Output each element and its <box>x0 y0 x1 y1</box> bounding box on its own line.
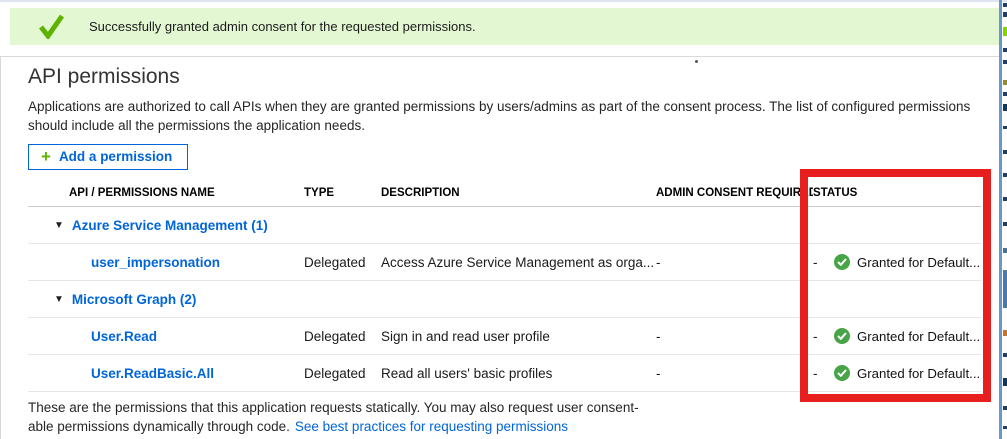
page-title: API permissions <box>28 65 180 89</box>
permission-type: Delegated <box>304 255 381 270</box>
success-check-icon <box>38 14 65 39</box>
success-banner: Successfully granted admin consent for t… <box>10 8 999 45</box>
header-admin-consent-required: ADMIN CONSENT REQUIRED <box>656 187 813 199</box>
header-api-permissions-name: API / PERMISSIONS NAME <box>28 187 304 199</box>
add-permission-button[interactable]: + Add a permission <box>28 144 188 170</box>
permission-description: Access Azure Service Management as orga.… <box>381 255 656 270</box>
plus-icon: + <box>41 149 51 164</box>
table-row-user-readbasic-all[interactable]: User.ReadBasic.All Delegated Read all us… <box>28 355 981 392</box>
table-row-group-microsoft-graph[interactable]: ▼ Microsoft Graph (2) <box>28 281 981 318</box>
api-group-link[interactable]: Microsoft Graph (2) <box>72 292 197 307</box>
table-row-group-azure-service-management[interactable]: ▼ Azure Service Management (1) <box>28 207 981 244</box>
footer-line2: able permissions dynamically through cod… <box>28 419 290 434</box>
permission-link[interactable]: user_impersonation <box>91 255 220 270</box>
status-dash: - <box>813 255 834 270</box>
collapse-triangle-icon[interactable]: ▼ <box>54 294 64 305</box>
permission-link[interactable]: User.Read <box>91 329 157 344</box>
banner-message: Successfully granted admin consent for t… <box>89 19 476 34</box>
permission-type: Delegated <box>304 329 381 344</box>
admin-consent-value: - <box>656 329 813 344</box>
header-status: STATUS <box>813 187 981 199</box>
status-text: Granted for Default... <box>857 366 980 381</box>
stray-mark <box>695 60 698 63</box>
footer-line1: These are the permissions that this appl… <box>28 400 639 415</box>
footer-note: These are the permissions that this appl… <box>28 398 728 436</box>
right-edge-scrollbar[interactable] <box>999 0 1002 439</box>
page-description: Applications are authorized to call APIs… <box>28 97 976 135</box>
permission-link[interactable]: User.ReadBasic.All <box>91 366 214 381</box>
admin-consent-value: - <box>656 255 813 270</box>
permission-description: Sign in and read user profile <box>381 329 656 344</box>
table-row-user-read[interactable]: User.Read Delegated Sign in and read use… <box>28 318 981 355</box>
granted-check-icon <box>834 254 850 270</box>
permission-description: Read all users' basic profiles <box>381 366 656 381</box>
best-practices-link[interactable]: See best practices for requesting permis… <box>295 419 568 434</box>
window-top-border <box>0 0 1007 2</box>
table-row-user-impersonation[interactable]: user_impersonation Delegated Access Azur… <box>28 244 981 281</box>
collapse-triangle-icon[interactable]: ▼ <box>54 220 64 231</box>
status-text: Granted for Default... <box>857 255 980 270</box>
add-permission-label: Add a permission <box>59 149 172 164</box>
api-permissions-blade: API permissions Applications are authori… <box>0 56 1000 439</box>
permission-type: Delegated <box>304 366 381 381</box>
api-group-link[interactable]: Azure Service Management (1) <box>72 218 268 233</box>
status-dash: - <box>813 366 834 381</box>
permissions-table: API / PERMISSIONS NAME TYPE DESCRIPTION … <box>28 179 981 392</box>
header-type: TYPE <box>304 187 381 199</box>
admin-consent-value: - <box>656 366 813 381</box>
header-description: DESCRIPTION <box>381 187 656 199</box>
granted-check-icon <box>834 328 850 344</box>
table-header-row: API / PERMISSIONS NAME TYPE DESCRIPTION … <box>28 179 981 207</box>
status-dash: - <box>813 329 834 344</box>
granted-check-icon <box>834 365 850 381</box>
status-text: Granted for Default... <box>857 329 980 344</box>
